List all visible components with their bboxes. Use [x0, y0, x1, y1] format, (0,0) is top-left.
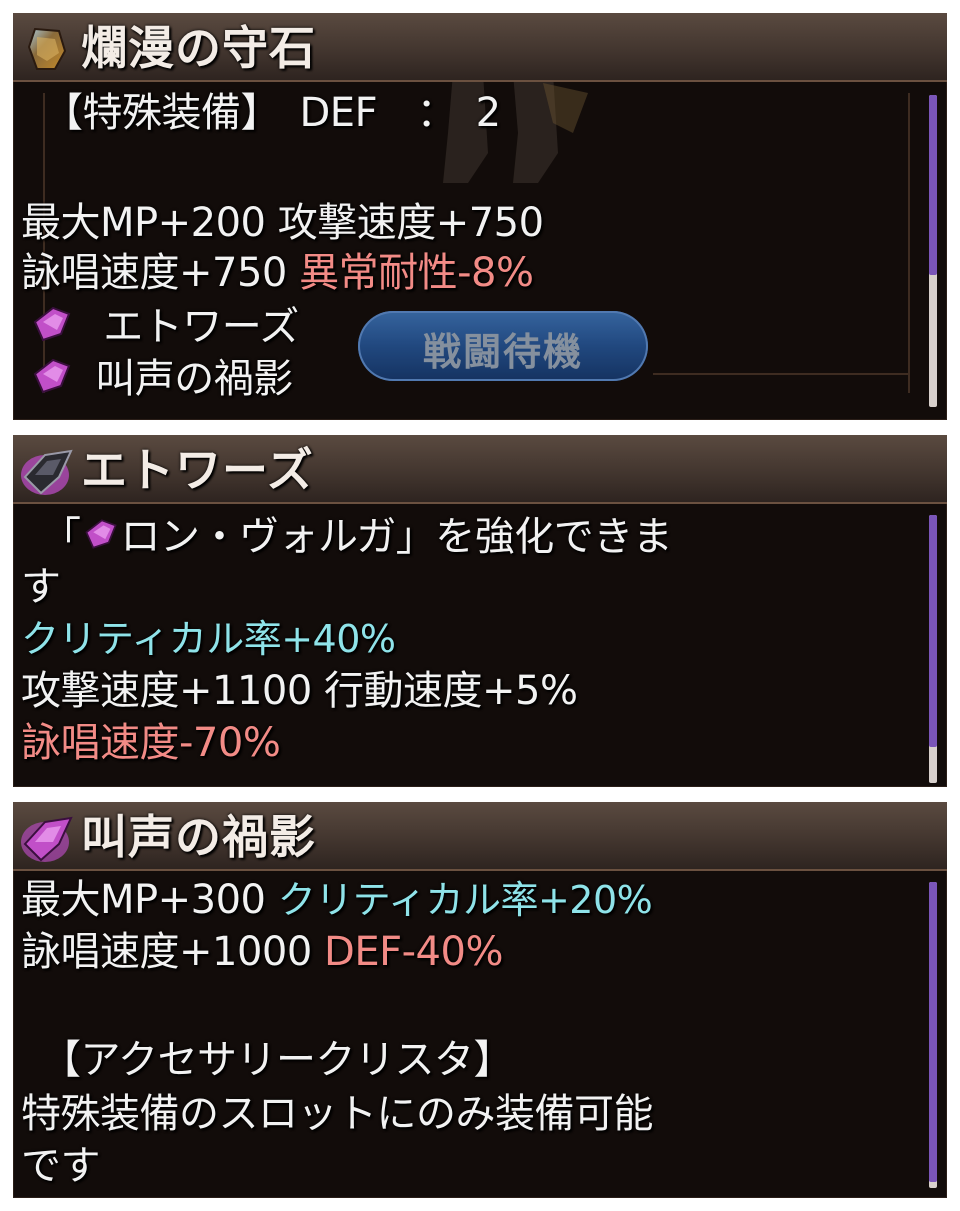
socket-crystal-name: エトワーズ — [103, 304, 299, 350]
stat-negative-text: 異常耐性-8% — [299, 250, 534, 296]
text-line: です — [21, 1142, 101, 1190]
socket-crystal-name: 叫声の禍影 — [95, 356, 293, 402]
frame-divider — [653, 373, 908, 375]
text-line: 詠唱速度+750 異常耐性-8% — [21, 249, 534, 297]
scrollbar-thumb[interactable] — [929, 95, 937, 275]
description-text: です — [21, 1143, 101, 1189]
text-line: 最大MP+300 クリティカル率+20% — [21, 876, 653, 924]
scrollbar[interactable] — [929, 515, 937, 783]
text-line: 【特殊装備】 DEF ： 2 — [43, 89, 501, 137]
stat-text: 詠唱速度+750 — [21, 250, 300, 296]
text-segment: す — [21, 564, 61, 610]
dark-crystal-icon — [19, 447, 77, 503]
description-text: 特殊装備のスロットにのみ装備可能 — [21, 1091, 654, 1137]
stat-text: 攻撃速度+1100 行動速度+5% — [21, 668, 578, 714]
text-line: 「 ロン・ヴォルガ」を強化できま — [41, 513, 673, 563]
stat-text: 詠唱速度+1000 — [21, 929, 325, 975]
stat-positive-text: クリティカル率+20% — [277, 878, 653, 922]
item-tooltip-panel-1: 爛漫の守石 【特殊装備】 DEF ： 2 最大MP+200 攻撃速度+750 詠… — [13, 13, 947, 420]
scrollbar-thumb[interactable] — [929, 882, 937, 1182]
text-line: 最大MP+200 攻撃速度+750 — [21, 199, 544, 247]
text-line: 詠唱速度-70% — [21, 719, 281, 767]
text-segment: ロン・ヴォルガ」を強化できま — [120, 514, 673, 560]
scrollbar-thumb[interactable] — [929, 515, 937, 747]
item-tooltip-panel-3: 叫声の禍影 最大MP+300 クリティカル率+20% 詠唱速度+1000 DEF… — [13, 802, 947, 1198]
purple-crystal-icon — [19, 814, 77, 870]
purple-crystal-icon — [83, 515, 119, 563]
purple-crystal-icon — [31, 356, 73, 407]
scrollbar[interactable] — [929, 95, 937, 407]
item-tooltip-panel-2: エトワーズ 「 ロン・ヴォルガ」を強化できま す クリティカル率+40% 攻撃速… — [13, 435, 947, 787]
panel-title: エトワーズ — [81, 443, 314, 497]
amber-stone-icon — [25, 25, 69, 77]
battle-standby-label: 戦闘待機 — [422, 330, 583, 374]
socket-line: 叫声の禍影 — [31, 355, 293, 407]
text-line: 詠唱速度+1000 DEF-40% — [21, 928, 503, 976]
text-line: 特殊装備のスロットにのみ装備可能 — [21, 1090, 654, 1138]
purple-crystal-icon — [31, 304, 73, 355]
text-line: す — [21, 563, 61, 611]
stat-negative-text: DEF-40% — [324, 929, 503, 975]
scrollbar[interactable] — [929, 882, 937, 1188]
panel-title: 爛漫の守石 — [81, 21, 316, 75]
text-line: クリティカル率+40% — [21, 615, 396, 663]
stat-positive-text: クリティカル率+40% — [21, 617, 396, 661]
stat-text: 最大MP+300 — [21, 877, 278, 923]
stat-text: 最大MP+200 攻撃速度+750 — [21, 200, 544, 246]
battle-standby-button[interactable]: 戦闘待機 — [358, 311, 648, 381]
socket-line: エトワーズ — [31, 303, 299, 355]
text-segment: 「 — [41, 514, 81, 560]
text-line: 【アクセサリークリスタ】 — [41, 1036, 514, 1084]
frame-divider — [908, 93, 910, 393]
text-line: 攻撃速度+1100 行動速度+5% — [21, 667, 578, 715]
stat-negative-text: 詠唱速度-70% — [21, 720, 281, 766]
item-category-text: 【アクセサリークリスタ】 — [41, 1037, 514, 1083]
equip-type-def-text: 【特殊装備】 DEF ： 2 — [43, 90, 501, 136]
panel-title: 叫声の禍影 — [81, 810, 316, 864]
